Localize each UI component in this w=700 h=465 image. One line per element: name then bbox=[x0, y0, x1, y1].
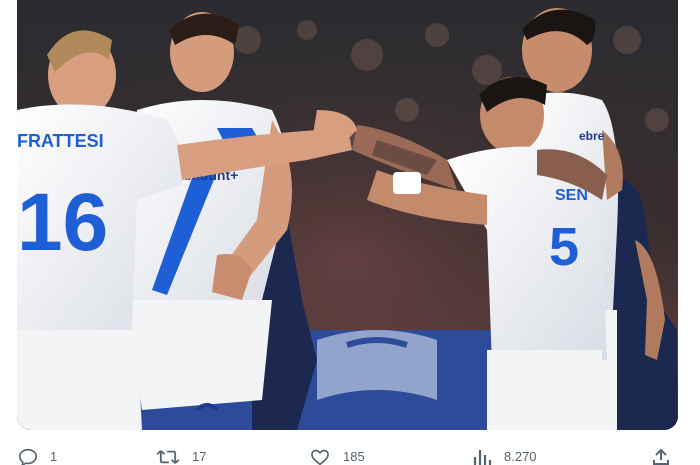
heart-icon bbox=[309, 448, 331, 465]
share-icon bbox=[652, 448, 670, 465]
tweet-action-bar: 1 17 185 8.270 bbox=[0, 440, 700, 465]
jersey-sponsor-back: ebre bbox=[579, 129, 605, 143]
reply-count: 1 bbox=[50, 449, 58, 464]
jersey-number-16: 16 bbox=[17, 177, 108, 268]
like-button[interactable]: 185 bbox=[309, 448, 365, 465]
views-button[interactable]: 8.270 bbox=[472, 448, 537, 465]
bar-chart-icon bbox=[472, 448, 492, 465]
football-players-photo: 5 SEN Paramount+ bbox=[17, 0, 678, 430]
views-count: 8.270 bbox=[504, 449, 537, 464]
share-button[interactable] bbox=[652, 448, 670, 465]
reply-icon bbox=[18, 448, 38, 465]
jersey-name-sen: SEN bbox=[555, 187, 588, 204]
retweet-icon bbox=[156, 448, 180, 465]
jersey-name-frattesi: FRATTESI bbox=[17, 131, 104, 151]
jersey-number-5: 5 bbox=[549, 217, 579, 277]
like-count: 185 bbox=[343, 449, 365, 464]
tweet-photo[interactable]: 5 SEN Paramount+ bbox=[17, 0, 678, 430]
retweet-count: 17 bbox=[192, 449, 207, 464]
retweet-button[interactable]: 17 bbox=[156, 448, 206, 465]
reply-button[interactable]: 1 bbox=[18, 448, 57, 465]
tweet-frame: 5 SEN Paramount+ bbox=[0, 0, 700, 465]
